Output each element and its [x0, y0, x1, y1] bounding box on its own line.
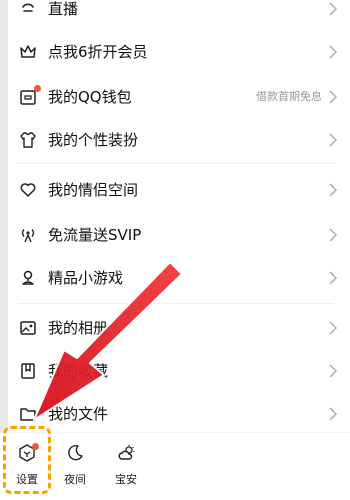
- menu-item-qq-wallet[interactable]: 我的QQ钱包 借款首期免息: [8, 77, 350, 117]
- section-divider: [18, 303, 334, 304]
- night-mode-label: 夜间: [64, 473, 86, 486]
- left-edge-shade: [0, 0, 8, 440]
- heart-icon: [18, 180, 38, 200]
- bookmark-icon: [18, 361, 38, 381]
- menu-item-label: 我的情侣空间: [48, 181, 139, 199]
- chevron-right-icon: [328, 133, 338, 147]
- menu-item-label: 直播: [48, 0, 79, 18]
- weather-sun-cloud-icon: [118, 445, 135, 460]
- menu-item-label: 我的收藏: [48, 362, 109, 380]
- wallet-promo-hint: 借款首期免息: [256, 90, 322, 103]
- game-pin-icon: [18, 268, 38, 288]
- antenna-icon: [18, 225, 38, 245]
- menu-item-label: 我的个性装扮: [48, 131, 139, 149]
- menu-item-vip-discount[interactable]: 点我6折开会员: [8, 32, 350, 72]
- photo-album-icon: [18, 318, 38, 338]
- menu-item-mini-games[interactable]: 精品小游戏: [8, 258, 350, 298]
- chevron-right-icon: [328, 2, 338, 16]
- chevron-right-icon: [328, 271, 338, 285]
- menu-item-photo-album[interactable]: 我的相册: [8, 308, 350, 348]
- notification-dot: [34, 85, 41, 92]
- live-broadcast-icon: [18, 0, 38, 19]
- crown-icon: [18, 42, 38, 62]
- moon-icon: [68, 444, 83, 461]
- menu-item-files[interactable]: 我的文件: [8, 394, 350, 434]
- menu-item-free-data-svip[interactable]: 免流量送SVIP: [8, 215, 350, 255]
- menu-item-label: 免流量送SVIP: [48, 226, 142, 244]
- menu-item-label: 我的相册: [48, 319, 109, 337]
- menu-item-label: 精品小游戏: [48, 269, 124, 287]
- menu-item-favorites[interactable]: 我的收藏: [8, 351, 350, 391]
- chevron-right-icon: [328, 407, 338, 421]
- tshirt-icon: [18, 130, 38, 150]
- qq-side-menu-screen: 直播 点我6折开会员 我的QQ钱包 借款首期免息 我的个性装扮 我的情侣空间 免…: [0, 0, 350, 500]
- weather-label: 宝安: [115, 473, 137, 486]
- chevron-right-icon: [328, 228, 338, 242]
- chevron-right-icon: [328, 364, 338, 378]
- menu-item-label: 我的文件: [48, 405, 109, 423]
- weather-button[interactable]: 宝安: [101, 441, 151, 491]
- menu-item-couple-space[interactable]: 我的情侣空间: [8, 170, 350, 210]
- chevron-right-icon: [328, 90, 338, 104]
- night-mode-button[interactable]: 夜间: [50, 441, 100, 491]
- bottom-action-bar: 设置 夜间 宝安: [0, 432, 350, 500]
- chevron-right-icon: [328, 321, 338, 335]
- section-divider: [18, 163, 334, 164]
- annotation-highlight-box: [3, 426, 51, 494]
- menu-item-live[interactable]: 直播: [8, 0, 350, 29]
- menu-item-label: 点我6折开会员: [48, 43, 148, 61]
- folder-icon: [18, 404, 38, 424]
- chevron-right-icon: [328, 45, 338, 59]
- chevron-right-icon: [328, 183, 338, 197]
- menu-item-label: 我的QQ钱包: [48, 88, 132, 106]
- menu-item-personalize[interactable]: 我的个性装扮: [8, 120, 350, 160]
